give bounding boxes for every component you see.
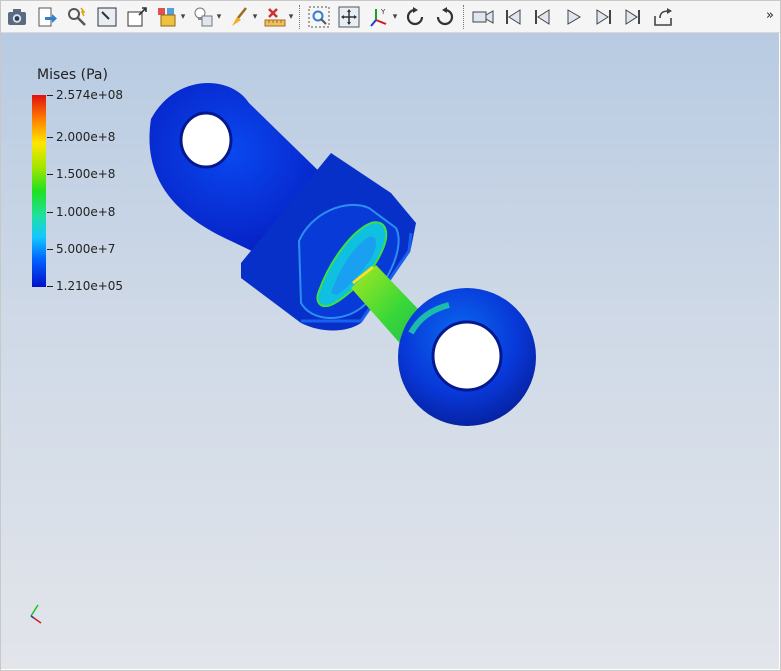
axes-orientation-icon[interactable]: Y (367, 5, 391, 29)
svg-text:Y: Y (380, 8, 386, 16)
toolbar: ▾ ▾ ▾ ▾ Y ▾ » (1, 1, 780, 33)
representation-icon[interactable] (155, 5, 179, 29)
zoom-to-box-icon[interactable] (307, 5, 331, 29)
select-points-icon[interactable] (125, 5, 149, 29)
pick-center-icon[interactable] (65, 5, 89, 29)
chevron-down-icon[interactable]: ▾ (251, 5, 259, 29)
toolbar-separator (463, 4, 465, 29)
export-icon[interactable] (35, 5, 59, 29)
stress-model-render (149, 82, 536, 426)
eye-ring (398, 288, 536, 426)
toolbar-separator (299, 4, 301, 29)
first-frame-icon[interactable] (501, 5, 525, 29)
orientation-axes (30, 604, 42, 624)
play-icon[interactable] (561, 5, 585, 29)
camera-icon[interactable] (5, 5, 29, 29)
ruler-icon[interactable] (263, 5, 287, 29)
chevron-down-icon[interactable]: ▾ (287, 5, 295, 29)
loop-icon[interactable] (651, 5, 675, 29)
previous-frame-icon[interactable] (531, 5, 555, 29)
next-frame-icon[interactable] (591, 5, 615, 29)
toolbar-overflow-button[interactable]: » (766, 8, 774, 23)
rotate-ccw-icon[interactable] (433, 5, 457, 29)
render-view[interactable]: Mises (Pa) 2.574e+08 2.000e+8 1.500e+8 1… (1, 33, 779, 669)
chevron-down-icon[interactable]: ▾ (215, 5, 223, 29)
select-cells-icon[interactable] (95, 5, 119, 29)
chevron-down-icon[interactable]: ▾ (391, 5, 399, 29)
rotate-cw-icon[interactable] (403, 5, 427, 29)
reset-camera-icon[interactable] (337, 5, 361, 29)
color-brush-icon[interactable] (227, 5, 251, 29)
chevron-down-icon[interactable]: ▾ (179, 5, 187, 29)
light-icon[interactable] (191, 5, 215, 29)
last-frame-icon[interactable] (621, 5, 645, 29)
video-camera-icon[interactable] (471, 5, 495, 29)
